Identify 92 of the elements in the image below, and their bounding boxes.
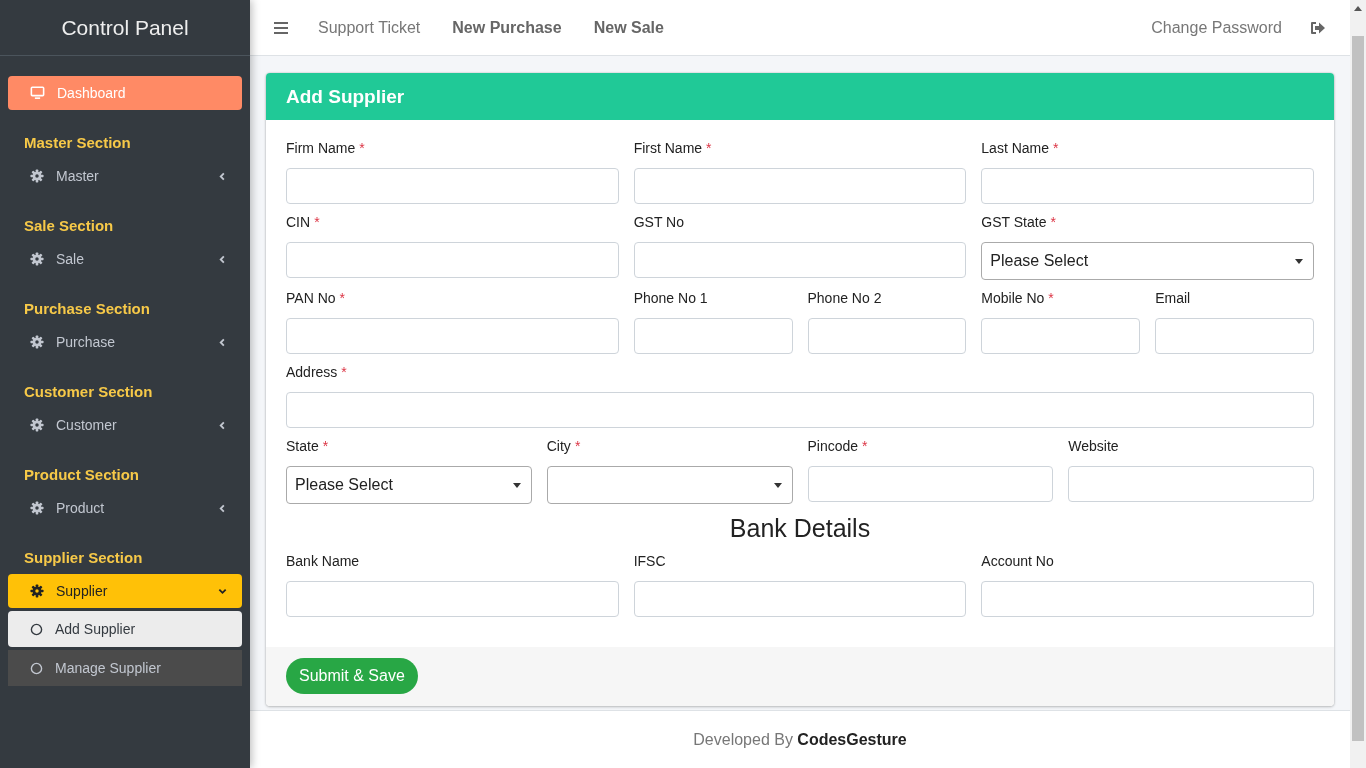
chevron-left-icon xyxy=(218,420,227,430)
select-field[interactable]: Please Select xyxy=(286,466,532,504)
input-field[interactable] xyxy=(807,466,1054,502)
input-field[interactable] xyxy=(286,168,619,204)
chevron-left-icon xyxy=(218,337,227,347)
required-asterisk: * xyxy=(574,438,581,454)
sidebar-nav-item[interactable]: Product xyxy=(8,491,242,525)
select-field[interactable] xyxy=(546,466,793,504)
input-field[interactable] xyxy=(286,581,619,617)
input-field[interactable] xyxy=(286,318,619,354)
field-label: Email xyxy=(1155,290,1192,308)
sidebar-nav-item[interactable]: Purchase xyxy=(8,325,242,359)
chevron-left-icon xyxy=(218,254,227,264)
menu-icon[interactable] xyxy=(274,21,288,34)
field-label: Phone No 1 xyxy=(633,290,709,308)
sidebar-nav-item[interactable]: Supplier xyxy=(8,574,242,608)
input-field[interactable] xyxy=(981,318,1141,354)
dropdown-caret-icon xyxy=(512,482,521,488)
field-label: PAN No * xyxy=(286,290,346,308)
input-field[interactable] xyxy=(633,318,793,354)
input-field[interactable] xyxy=(807,318,967,354)
gear-icon xyxy=(30,501,44,515)
field-label: Bank Name xyxy=(286,553,361,571)
input-field[interactable] xyxy=(1155,318,1314,354)
circle-icon xyxy=(30,622,43,636)
input-field[interactable] xyxy=(633,168,967,204)
input-field[interactable] xyxy=(286,242,619,278)
required-asterisk: * xyxy=(339,290,345,306)
sidebar-nav-item[interactable]: Sale xyxy=(8,242,242,276)
input-field[interactable] xyxy=(981,581,1314,617)
section-heading: Supplier Section xyxy=(24,549,144,566)
required-asterisk: * xyxy=(1048,290,1054,306)
circle-icon xyxy=(30,661,43,675)
scrollbar[interactable] xyxy=(1350,0,1366,768)
logout-icon[interactable] xyxy=(1310,20,1326,35)
field-label: Firm Name * xyxy=(286,140,366,158)
required-asterisk: * xyxy=(341,364,347,380)
nav-link[interactable]: Support Ticket xyxy=(318,18,421,37)
sidebar-subitem[interactable]: Manage Supplier xyxy=(8,650,242,686)
scrollbar-thumb[interactable] xyxy=(1352,36,1364,741)
field-label: Account No xyxy=(981,553,1055,571)
chevron-left-icon xyxy=(218,171,227,181)
sidebar-subitem[interactable]: Add Supplier xyxy=(8,611,242,647)
input-field[interactable] xyxy=(633,581,967,617)
change-password-link[interactable]: Change Password xyxy=(1151,18,1282,37)
field-label: City * xyxy=(546,438,582,456)
required-asterisk: * xyxy=(314,214,320,230)
field-label: Mobile No * xyxy=(981,290,1055,308)
input-field[interactable] xyxy=(981,168,1314,204)
required-asterisk: * xyxy=(1053,140,1059,156)
gear-icon xyxy=(30,418,44,432)
field-label: First Name * xyxy=(633,140,713,158)
gear-icon xyxy=(30,584,44,598)
select-field[interactable]: Please Select xyxy=(981,242,1314,280)
field-label: Website xyxy=(1068,438,1120,456)
bank-details-heading: Bank Details xyxy=(728,514,872,543)
field-label: Phone No 2 xyxy=(807,290,883,308)
field-label: Last Name * xyxy=(981,140,1060,158)
input-field[interactable] xyxy=(286,392,1314,428)
field-label: Address * xyxy=(286,364,348,382)
required-asterisk: * xyxy=(359,140,365,156)
section-heading: Master Section xyxy=(24,134,132,151)
required-asterisk: * xyxy=(1050,214,1056,230)
nav-link[interactable]: New Sale xyxy=(593,18,664,37)
gear-icon xyxy=(30,169,44,183)
required-asterisk: * xyxy=(706,140,712,156)
section-heading: Purchase Section xyxy=(24,300,151,317)
dropdown-caret-icon xyxy=(773,482,782,488)
section-heading: Sale Section xyxy=(24,217,115,234)
field-label: CIN * xyxy=(286,214,321,232)
footer-credit: Developed By CodesGesture xyxy=(693,730,907,749)
gear-icon xyxy=(30,335,44,349)
scroll-up-icon[interactable] xyxy=(1354,6,1362,11)
dropdown-caret-icon xyxy=(1295,258,1303,264)
field-label: GST State * xyxy=(981,214,1057,232)
sidebar-nav-item[interactable]: Customer xyxy=(8,408,242,442)
field-label: State * xyxy=(286,438,330,456)
input-field[interactable] xyxy=(1068,466,1314,502)
input-field[interactable] xyxy=(633,242,967,278)
required-asterisk: * xyxy=(322,438,329,454)
card-title: Add Supplier xyxy=(286,85,405,108)
gear-icon xyxy=(30,252,44,266)
required-asterisk: * xyxy=(862,438,868,454)
field-label: IFSC xyxy=(633,553,667,571)
sidebar-nav-item[interactable]: Master xyxy=(8,159,242,193)
chevron-left-icon xyxy=(218,503,227,513)
field-label: Pincode * xyxy=(807,438,869,456)
section-heading: Product Section xyxy=(24,466,140,483)
monitor-icon xyxy=(30,86,45,100)
section-heading: Customer Section xyxy=(24,383,154,400)
nav-link[interactable]: New Purchase xyxy=(452,18,562,37)
field-label: GST No xyxy=(633,214,685,232)
